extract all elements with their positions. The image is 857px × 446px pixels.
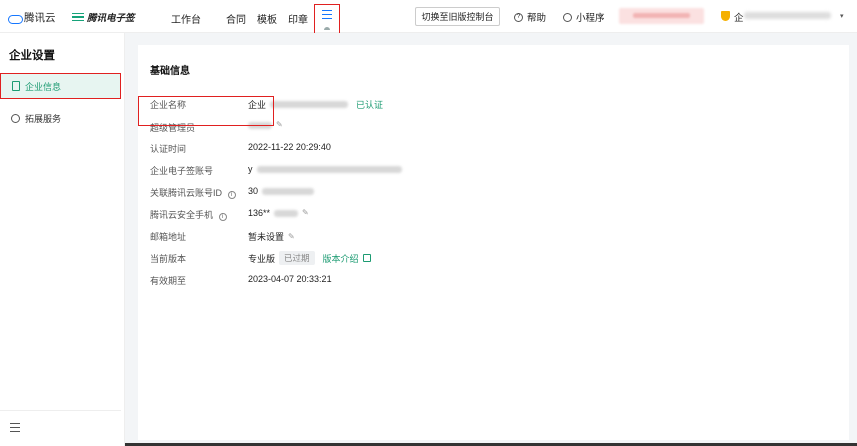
edit-pen-icon[interactable]: ✎: [276, 121, 284, 129]
more-menu-button[interactable]: [314, 4, 340, 34]
document-icon: [12, 81, 20, 91]
brand-es-label: 腾讯电子签: [87, 13, 135, 24]
email-value: 暂未设置 ✎: [248, 230, 296, 243]
top-bar: 腾讯云 腾讯电子签 工作台 合同 模板 印章 切换至旧版控制台 ? 帮助 小程序…: [0, 0, 857, 34]
mini-program-icon: [563, 12, 572, 22]
nav-contracts[interactable]: 合同: [226, 11, 246, 26]
email-label: 邮箱地址: [150, 232, 187, 242]
esign-account-value: y: [248, 164, 402, 174]
card-title: 基础信息: [150, 66, 190, 77]
sidebar: 企业设置 企业信息 拓展服务: [0, 33, 125, 446]
mini-program-link[interactable]: 小程序: [563, 10, 605, 24]
esign-account-label: 企业电子签账号: [150, 166, 214, 176]
current-version-value: 专业版 已过期 版本介绍: [248, 251, 371, 265]
highlight-box: [138, 96, 274, 126]
nav-templates[interactable]: 模板: [257, 11, 277, 26]
tc-account-label: 关联腾讯云账号ID i: [150, 186, 236, 199]
security-phone-redacted: [274, 209, 299, 217]
extension-icon: [11, 113, 20, 123]
expire-label: 有效期至: [150, 276, 187, 286]
sidebar-divider: [0, 410, 121, 411]
cloud-icon: [8, 13, 23, 24]
external-link-icon[interactable]: [362, 254, 371, 262]
email-text: 暂未设置: [248, 232, 285, 242]
menu-icon: [322, 10, 332, 20]
tc-account-value: 30: [248, 186, 315, 196]
switch-legacy-console-button[interactable]: 切换至旧版控制台: [415, 7, 500, 26]
enterprise-name-redacted: [270, 101, 349, 108]
security-phone-label: 腾讯云安全手机 i: [150, 208, 227, 221]
esign-account-text: y: [248, 164, 253, 174]
help-link[interactable]: ? 帮助: [514, 10, 546, 24]
security-phone-text: 136**: [248, 208, 271, 218]
version-intro-link[interactable]: 版本介绍: [323, 252, 359, 265]
esign-account-redacted: [256, 165, 402, 173]
auth-time-label: 认证时间: [150, 144, 187, 154]
tc-account-label-text: 关联腾讯云账号ID: [150, 188, 223, 198]
enterprise-name-redacted[interactable]: [744, 12, 831, 19]
main-content: 基础信息 企业名称 企业 已认证 超级管理员 ✎ 认证时间 2022-11-22…: [125, 33, 857, 446]
security-phone-value: 136** ✎: [248, 208, 310, 218]
edit-pen-icon[interactable]: ✎: [288, 232, 296, 241]
expire-value: 2023-04-07 20:33:21: [248, 274, 332, 284]
help-label: 帮助: [527, 13, 547, 24]
nav-workbench[interactable]: 工作台: [171, 11, 201, 26]
auth-time-value: 2022-11-22 20:29:40: [248, 142, 331, 152]
tencent-cloud-logo[interactable]: 腾讯云: [8, 10, 56, 25]
edit-pen-icon[interactable]: ✎: [302, 209, 310, 217]
sidebar-item-extensions[interactable]: 拓展服务: [0, 105, 121, 131]
tc-account-redacted: [262, 187, 315, 195]
esign-logo[interactable]: 腾讯电子签: [72, 10, 135, 24]
enterprise-switcher-prefix[interactable]: 企: [734, 10, 744, 24]
version-text: 专业版: [248, 253, 276, 264]
esign-logo-icon: [72, 12, 84, 22]
brand-tc-label: 腾讯云: [24, 12, 56, 24]
collapse-sidebar-icon[interactable]: [10, 423, 20, 433]
current-version-label: 当前版本: [150, 254, 187, 264]
verified-shield-icon: [721, 11, 730, 21]
sidebar-item-enterprise-info[interactable]: 企业信息: [0, 73, 121, 99]
redacted-notice[interactable]: [619, 8, 704, 24]
sidebar-item-label: 企业信息: [25, 81, 62, 92]
verified-link[interactable]: 已认证: [356, 98, 383, 111]
security-phone-label-text: 腾讯云安全手机: [150, 210, 214, 220]
help-icon: ?: [514, 12, 523, 22]
tc-account-text: 30: [248, 186, 259, 196]
mini-program-label: 小程序: [576, 13, 605, 24]
info-icon[interactable]: i: [218, 213, 227, 221]
sidebar-item-label: 拓展服务: [25, 113, 62, 124]
nav-seals[interactable]: 印章: [288, 11, 308, 26]
status-badge: 已过期: [279, 251, 315, 265]
menu-indicator: [324, 27, 330, 30]
info-icon[interactable]: i: [227, 191, 236, 199]
chevron-down-icon[interactable]: ▾: [840, 12, 844, 20]
sidebar-title: 企业设置: [9, 50, 55, 62]
